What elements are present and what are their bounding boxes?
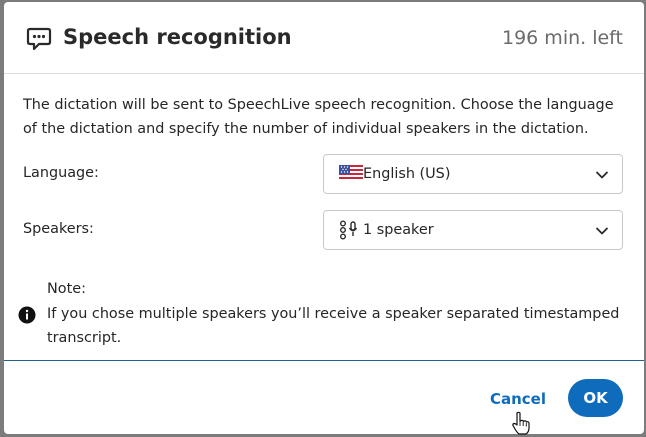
speakers-select[interactable]: 1 speaker	[323, 210, 623, 250]
language-select[interactable]: English (US)	[323, 154, 623, 194]
note-text: If you chose multiple speakers you’ll re…	[47, 306, 620, 346]
speech-bubble-icon	[26, 27, 52, 51]
chevron-down-icon	[596, 171, 608, 179]
footer-divider	[4, 360, 644, 361]
time-remaining: 196 min. left	[502, 27, 623, 49]
speakers-label: Speakers:	[23, 221, 94, 237]
dialog-description: The dictation will be sent to SpeechLive…	[23, 97, 614, 137]
dialog-header: Speech recognition 196 min. left	[4, 2, 644, 74]
us-flag-icon	[339, 165, 363, 181]
speaker-mic-icon	[340, 220, 358, 240]
dialog-title: Speech recognition	[63, 25, 292, 49]
info-icon	[18, 306, 36, 324]
hand-pointer-icon	[512, 411, 530, 435]
note-title: Note:	[47, 281, 86, 297]
language-label: Language:	[23, 165, 99, 181]
ok-button[interactable]: OK	[568, 379, 623, 417]
language-value: English (US)	[363, 166, 451, 182]
speakers-value: 1 speaker	[363, 222, 434, 238]
chevron-down-icon	[596, 227, 608, 235]
speech-recognition-dialog: Speech recognition 196 min. left The dic…	[4, 2, 644, 435]
